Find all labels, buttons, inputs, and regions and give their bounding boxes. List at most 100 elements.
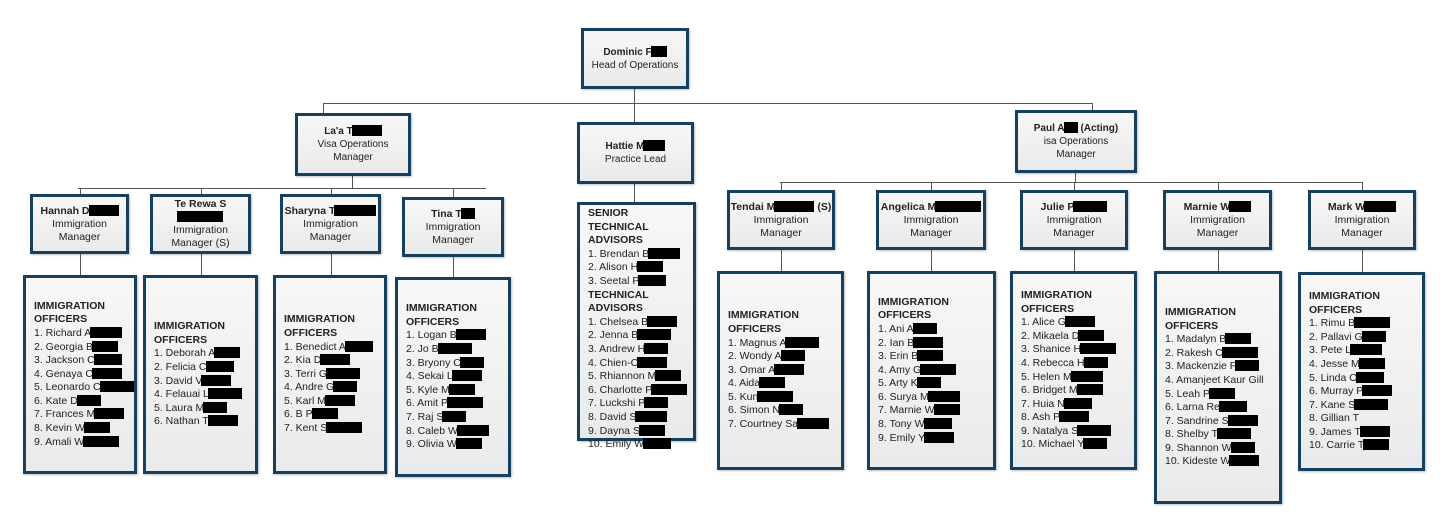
person-name: 1. Ani A — [878, 322, 914, 335]
connector — [453, 188, 454, 197]
list-item: 3. Pete L — [1309, 344, 1414, 358]
role: Immigration Manager (S) — [171, 224, 230, 249]
redaction — [1230, 441, 1255, 453]
list-item: 6. Simon N — [728, 404, 833, 418]
list-item: 3. Erin B — [878, 350, 985, 364]
list-item: 2. Felicia C — [154, 360, 247, 375]
redaction — [1362, 385, 1393, 397]
person-name: 3. Omar A — [728, 363, 776, 376]
list-item: 5. Kun — [728, 390, 833, 405]
person-name: La'a T — [324, 126, 353, 137]
connector — [1074, 182, 1075, 190]
person-name: 9. Amali W — [34, 435, 85, 448]
redaction — [1364, 200, 1397, 212]
list-item: 9. Natalya S — [1021, 424, 1126, 439]
redaction — [912, 322, 937, 334]
person-name: 8. Shelby T — [1165, 428, 1218, 441]
list-item: 1. Brendan B — [588, 247, 685, 262]
role: isa Operations Manager — [1043, 136, 1109, 160]
redaction — [91, 340, 118, 352]
person-name: Paul A — [1033, 123, 1065, 134]
person-name: 3. Terri G — [284, 367, 327, 380]
redaction — [1358, 357, 1385, 369]
redaction — [1070, 370, 1103, 382]
connector — [78, 188, 486, 189]
connector — [323, 103, 324, 113]
redaction — [447, 397, 484, 409]
person-name: 5. Rhiannon M — [588, 370, 657, 383]
person-name: 2. Rakesh C — [1165, 346, 1223, 359]
list-item: 2. Rakesh C — [1165, 346, 1271, 361]
list-item: 7. Frances M — [34, 408, 126, 422]
org-chart: Dominic F Head of Operations La'a T Visa… — [0, 0, 1452, 529]
role: Practice Lead — [604, 154, 667, 165]
list-item: 8. Tony W — [878, 418, 985, 432]
redaction — [333, 381, 358, 393]
role: Immigration Manager — [303, 217, 358, 243]
connector — [79, 254, 81, 275]
immigration-manager-card: Hannah D Immigration Manager — [30, 194, 129, 254]
person-name: Sharyna T — [284, 204, 336, 217]
list-item: 6. Larna Re — [1165, 401, 1271, 415]
person-name: 1. Brendan B — [588, 247, 650, 260]
person-name: 10. Carrie T — [1309, 439, 1365, 452]
redaction — [1354, 398, 1389, 410]
list-item: 8. Caleb W — [406, 424, 500, 439]
person-name: 1. Chelsea B — [588, 315, 649, 328]
list-item: 4. Chien-C — [588, 356, 685, 371]
officers-heading: IMMIGRATION OFFICERS — [154, 320, 225, 346]
person-name: 7. Marnie W — [878, 404, 935, 417]
redaction — [1083, 356, 1108, 368]
list-item: 2. Jenna B — [588, 329, 685, 343]
list-item: 9. Shannon W — [1165, 441, 1271, 456]
person-name: 2. Jenna B — [588, 329, 639, 342]
redaction — [94, 408, 125, 420]
officers-heading: IMMIGRATION OFFICERS — [284, 313, 355, 339]
officers-list: 1. Rimu B 2. Pallavi G 3. Pete L 4. Jesse M… — [1309, 317, 1414, 453]
redaction — [1227, 414, 1258, 426]
person-name: 7. Kent S — [284, 422, 328, 435]
list-item: 3. Bryony C — [406, 356, 500, 371]
person-name: 2. Pallavi G — [1309, 330, 1363, 343]
redaction — [76, 394, 101, 406]
list-item: 6. B P — [284, 408, 376, 422]
connector — [330, 254, 332, 275]
person-name: 4. Aida — [728, 377, 761, 390]
manager-name-line: Angelica M — [881, 200, 982, 214]
person-name: 10. Michael Y — [1021, 438, 1085, 451]
connector — [352, 175, 353, 188]
role: Immigration Manager — [425, 220, 481, 246]
person-name: 10. Emily W — [588, 438, 645, 451]
person-name: 7. Courtney Sa — [728, 418, 799, 431]
head-of-operations-card: Dominic F Head of Operations — [581, 28, 689, 89]
list-item: 4. Aida — [728, 377, 833, 391]
person-name: 5. Arty K — [878, 377, 918, 390]
immigration-manager-card: Angelica M Immigration Manager — [876, 190, 986, 250]
person-name: 6. Amit P — [406, 397, 449, 410]
list-item: 5. Rhiannon M — [588, 370, 685, 384]
redaction — [1225, 333, 1252, 345]
list-item: 9. Olivia W — [406, 438, 500, 452]
officers-heading: IMMIGRATION OFFICERS — [406, 302, 477, 328]
redaction — [648, 247, 681, 259]
redaction — [774, 363, 805, 375]
person-name: 6. B P — [284, 408, 313, 421]
list-item: 1. Benedict A — [284, 340, 376, 355]
redaction — [351, 125, 382, 136]
list-item: 6. Kate D — [34, 394, 126, 409]
manager-name-line: Te Rewa S — [153, 198, 248, 224]
person-name: 5. Kun — [728, 390, 759, 403]
redaction — [455, 329, 486, 341]
list-item: 8. Ash P — [1021, 411, 1126, 425]
technical-advisors-heading: TECHNICAL ADVISORS — [588, 288, 649, 315]
person-name: 2. Ian B — [878, 336, 915, 349]
manager-name-line: Hannah D — [40, 204, 119, 218]
person-name: 9. Emily Y — [878, 431, 926, 444]
redaction — [927, 390, 960, 402]
manager-name-line: Mark W — [1328, 200, 1397, 214]
officers-list-box: IMMIGRATION OFFICERS 1. Richard A 2. Georg… — [23, 275, 137, 474]
redaction — [344, 340, 373, 352]
redaction — [1218, 401, 1247, 413]
list-item: 1. Richard A — [34, 326, 126, 341]
person-name: 4. Rebecca H — [1021, 356, 1085, 369]
